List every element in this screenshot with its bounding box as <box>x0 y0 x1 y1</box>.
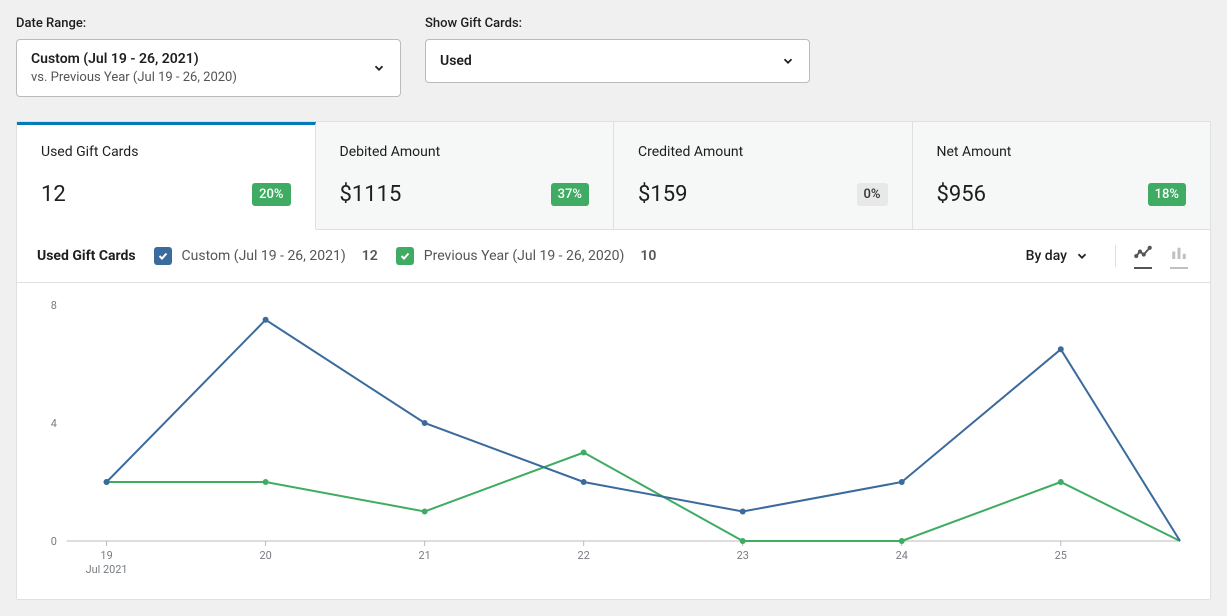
chevron-down-icon <box>781 54 795 68</box>
chevron-down-icon <box>1075 249 1089 263</box>
svg-text:19: 19 <box>100 549 112 562</box>
date-range-filter: Date Range: Custom (Jul 19 - 26, 2021) v… <box>16 16 401 97</box>
metric-title: Net Amount <box>937 144 1187 160</box>
metric-title: Used Gift Cards <box>41 144 291 160</box>
metric-value: $1115 <box>340 182 402 207</box>
metric-value: $159 <box>638 182 687 207</box>
svg-text:22: 22 <box>578 549 590 562</box>
metric-title: Credited Amount <box>638 144 888 160</box>
metric-card-debited[interactable]: Debited Amount $1115 37% <box>316 122 615 230</box>
legend-item-previous[interactable]: Previous Year (Jul 19 - 26, 2020) 10 <box>396 247 657 265</box>
report-panel: Used Gift Cards 12 20% Debited Amount $1… <box>16 121 1211 600</box>
svg-text:4: 4 <box>51 417 57 430</box>
metric-delta-badge: 18% <box>1148 183 1186 206</box>
svg-text:20: 20 <box>259 549 271 562</box>
legend-item-current[interactable]: Custom (Jul 19 - 26, 2021) 12 <box>154 247 378 265</box>
show-select[interactable]: Used <box>425 39 810 83</box>
legend-value: 10 <box>640 248 656 264</box>
chart-header: Used Gift Cards Custom (Jul 19 - 26, 202… <box>17 230 1210 283</box>
line-chart-icon[interactable] <box>1132 245 1154 267</box>
show-value: Used <box>440 52 472 71</box>
metric-delta-badge: 37% <box>551 183 589 206</box>
svg-text:25: 25 <box>1055 549 1067 562</box>
metric-title: Debited Amount <box>340 144 590 160</box>
legend-value: 12 <box>362 248 378 264</box>
metric-delta-badge: 0% <box>857 183 888 206</box>
bar-chart-icon[interactable] <box>1168 245 1190 267</box>
show-label: Show Gift Cards: <box>425 16 810 31</box>
line-chart: 0 4 8 19 20 21 22 23 24 25 Jul 2021 <box>37 297 1190 577</box>
metric-card-used[interactable]: Used Gift Cards 12 20% <box>17 122 316 230</box>
date-range-compare: vs. Previous Year (Jul 19 - 26, 2020) <box>31 69 237 87</box>
svg-text:23: 23 <box>737 549 749 562</box>
svg-text:Jul 2021: Jul 2021 <box>86 563 128 576</box>
svg-text:24: 24 <box>896 549 908 562</box>
show-filter: Show Gift Cards: Used <box>425 16 810 97</box>
filter-bar: Date Range: Custom (Jul 19 - 26, 2021) v… <box>16 16 1211 97</box>
svg-text:0: 0 <box>51 535 57 548</box>
chart-body: 0 4 8 19 20 21 22 23 24 25 Jul 2021 <box>17 283 1210 599</box>
metric-card-net[interactable]: Net Amount $956 18% <box>913 122 1211 230</box>
checkbox-checked-icon <box>154 247 172 265</box>
legend-label: Previous Year (Jul 19 - 26, 2020) <box>424 248 625 264</box>
chevron-down-icon <box>372 61 386 75</box>
chart-title: Used Gift Cards <box>37 248 136 264</box>
metric-cards: Used Gift Cards 12 20% Debited Amount $1… <box>17 122 1210 230</box>
metric-value: $956 <box>937 182 986 207</box>
svg-text:21: 21 <box>419 549 431 562</box>
metric-value: 12 <box>41 182 66 207</box>
date-range-select[interactable]: Custom (Jul 19 - 26, 2021) vs. Previous … <box>16 39 401 97</box>
date-range-value: Custom (Jul 19 - 26, 2021) <box>31 50 237 69</box>
granularity-select[interactable]: By day <box>1018 244 1097 268</box>
checkbox-checked-icon <box>396 247 414 265</box>
view-toggle-group <box>1115 245 1190 267</box>
date-range-label: Date Range: <box>16 16 401 31</box>
svg-text:8: 8 <box>51 299 57 312</box>
granularity-label: By day <box>1026 248 1067 264</box>
metric-card-credited[interactable]: Credited Amount $159 0% <box>614 122 913 230</box>
legend-label: Custom (Jul 19 - 26, 2021) <box>182 248 346 264</box>
metric-delta-badge: 20% <box>252 183 290 206</box>
